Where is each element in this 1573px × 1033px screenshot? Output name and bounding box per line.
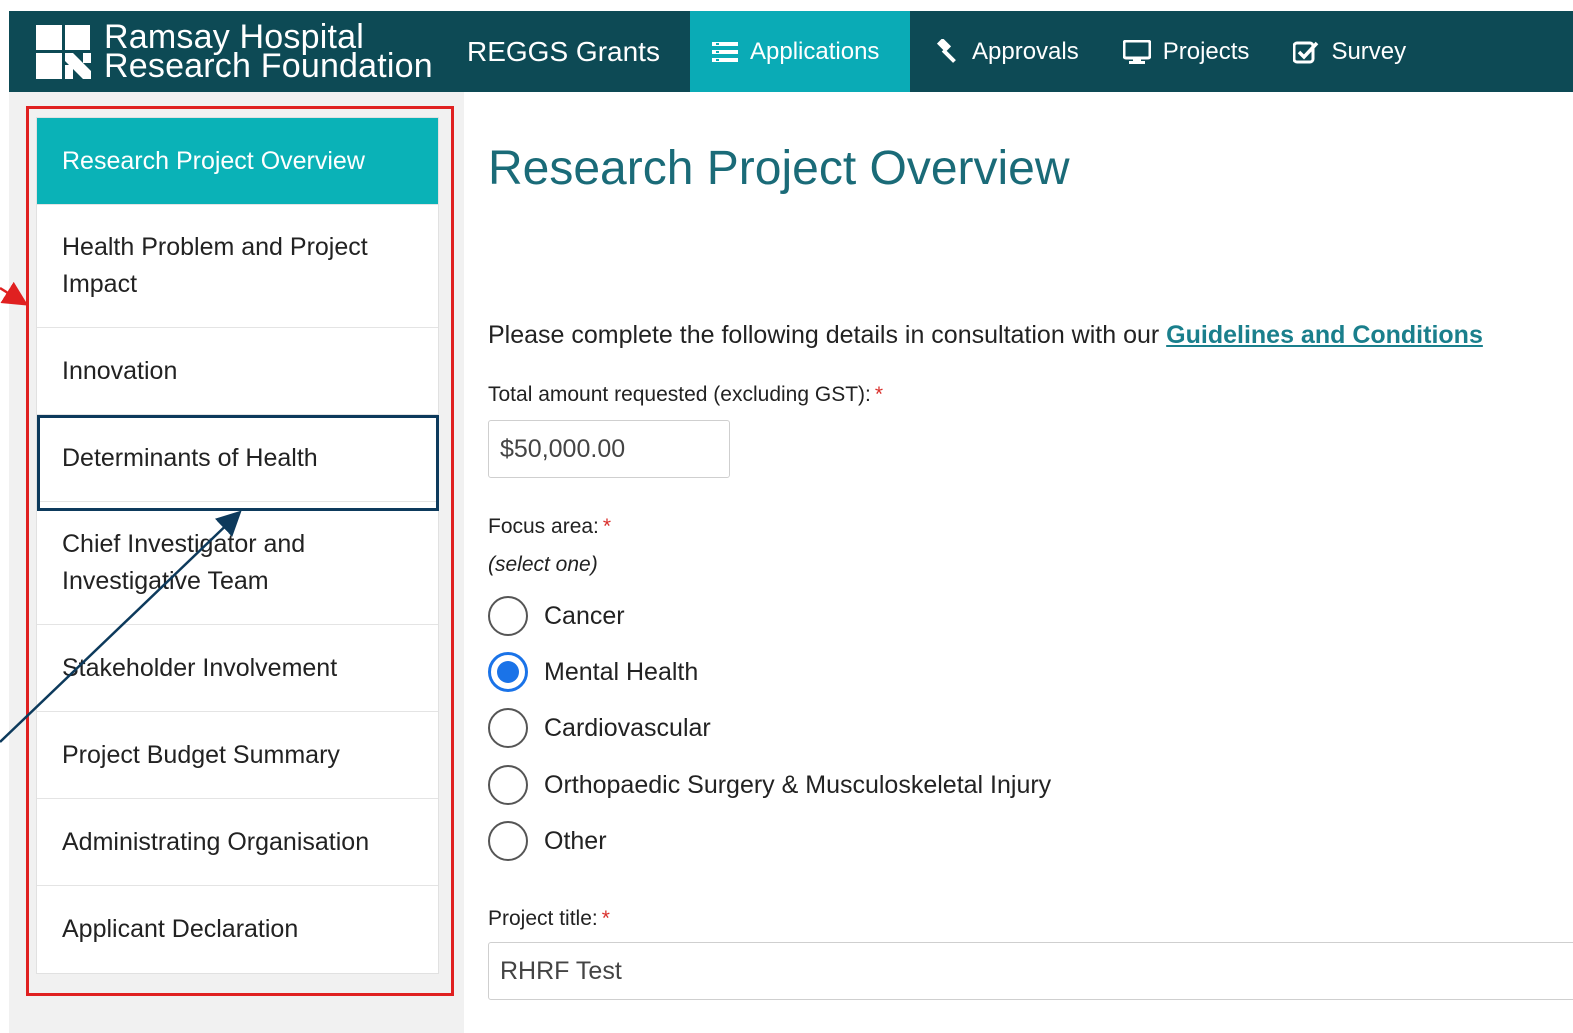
- radio-button[interactable]: [488, 708, 528, 748]
- sidebar-item-innovation[interactable]: Innovation: [37, 328, 438, 415]
- guidelines-link[interactable]: Guidelines and Conditions: [1166, 321, 1483, 349]
- focus-option-other[interactable]: Other: [488, 821, 607, 861]
- radio-label: Cancer: [544, 601, 625, 630]
- sidebar-item-label: Research Project Overview: [62, 146, 365, 175]
- focus-label-text: Focus area:: [488, 515, 599, 538]
- sidebar-item-stakeholder-involvement[interactable]: Stakeholder Involvement: [37, 625, 438, 712]
- radio-label: Cardiovascular: [544, 713, 711, 742]
- nav-projects-label: Projects: [1162, 37, 1250, 65]
- project-title-label: Project title: *: [488, 907, 610, 931]
- radio-button[interactable]: [488, 821, 528, 861]
- sidebar-item-determinants-of-health[interactable]: Determinants of Health: [37, 415, 438, 502]
- sidebar-item-label: Project Budget Summary: [62, 740, 340, 769]
- main-content: Research Project Overview Please complet…: [464, 117, 1573, 1033]
- nav-approvals[interactable]: Approvals: [910, 11, 1101, 92]
- sidebar-item-label: Applicant Declaration: [62, 915, 299, 943]
- focus-label: Focus area: *: [488, 515, 611, 539]
- sidebar-item-research-project-overview[interactable]: Research Project Overview: [37, 118, 438, 205]
- focus-option-orthopaedic[interactable]: Orthopaedic Surgery & Musculoskeletal In…: [488, 765, 1051, 805]
- check-square-icon: [1293, 40, 1319, 64]
- sidebar-item-label: Administrating Organisation: [62, 827, 370, 856]
- focus-hint: (select one): [488, 553, 598, 576]
- sidebar-item-project-budget-summary[interactable]: Project Budget Summary: [37, 712, 438, 799]
- required-mark: *: [601, 907, 610, 930]
- focus-option-cardiovascular[interactable]: Cardiovascular: [488, 708, 711, 748]
- nav-applications[interactable]: Applications: [690, 11, 910, 92]
- sidebar-item-label: Health Problem and Project Impact: [62, 233, 368, 298]
- amount-label: Total amount requested (excluding GST): *: [488, 383, 883, 407]
- focus-option-mental-health[interactable]: Mental Health: [488, 652, 698, 692]
- sidebar-item-chief-investigator[interactable]: Chief Investigator and Investigative Tea…: [37, 502, 438, 625]
- logo[interactable]: Ramsay Hospital Research Foundation: [9, 11, 457, 92]
- page-title: Research Project Overview: [488, 142, 1070, 195]
- intro-sentence: Please complete the following details in…: [488, 321, 1167, 349]
- nav-survey[interactable]: Survey: [1271, 11, 1428, 92]
- nav-applications-label: Applications: [750, 37, 880, 65]
- sidebar-item-health-problem[interactable]: Health Problem and Project Impact: [37, 205, 438, 328]
- required-mark: *: [602, 515, 612, 538]
- monitor-icon: [1122, 39, 1151, 64]
- project-title-input[interactable]: [488, 942, 1573, 1000]
- project-title-label-text: Project title:: [488, 907, 598, 930]
- section-sidebar: Research Project Overview Health Problem…: [36, 117, 439, 974]
- sidebar-item-administrating-organisation[interactable]: Administrating Organisation: [37, 799, 438, 886]
- logo-mark-icon: [36, 24, 91, 79]
- focus-option-cancer[interactable]: Cancer: [488, 596, 625, 636]
- list-icon: [712, 41, 738, 63]
- sidebar-item-label: Chief Investigator and Investigative Tea…: [62, 530, 306, 595]
- amount-input[interactable]: [488, 420, 730, 478]
- radio-label: Mental Health: [544, 657, 699, 686]
- radio-button-checked[interactable]: [488, 652, 528, 692]
- sidebar-item-label: Innovation: [62, 356, 178, 385]
- amount-label-text: Total amount requested (excluding GST):: [488, 383, 871, 406]
- nav-approvals-label: Approvals: [972, 37, 1079, 65]
- nav-survey-label: Survey: [1331, 37, 1407, 65]
- nav-projects[interactable]: Projects: [1101, 11, 1272, 92]
- main-nav: Applications Approvals Projects Survey: [690, 11, 1428, 92]
- logo-text: Ramsay Hospital Research Foundation: [104, 20, 433, 85]
- required-mark: *: [874, 383, 884, 406]
- radio-label: Orthopaedic Surgery & Musculoskeletal In…: [544, 770, 1052, 799]
- logo-line-2: Research Foundation: [104, 46, 433, 85]
- brand-title[interactable]: REGGS Grants: [457, 11, 690, 92]
- intro-text: Please complete the following details in…: [488, 321, 1483, 350]
- radio-button[interactable]: [488, 596, 528, 636]
- radio-label: Other: [544, 826, 607, 855]
- gavel-icon: [932, 38, 960, 65]
- sidebar-item-label: Stakeholder Involvement: [62, 653, 338, 682]
- sidebar-item-label: Determinants of Health: [62, 443, 318, 472]
- top-navbar: Ramsay Hospital Research Foundation REGG…: [9, 11, 1573, 92]
- radio-button[interactable]: [488, 765, 528, 805]
- page: Ramsay Hospital Research Foundation REGG…: [0, 0, 1573, 1033]
- sidebar-item-applicant-declaration[interactable]: Applicant Declaration: [37, 886, 438, 973]
